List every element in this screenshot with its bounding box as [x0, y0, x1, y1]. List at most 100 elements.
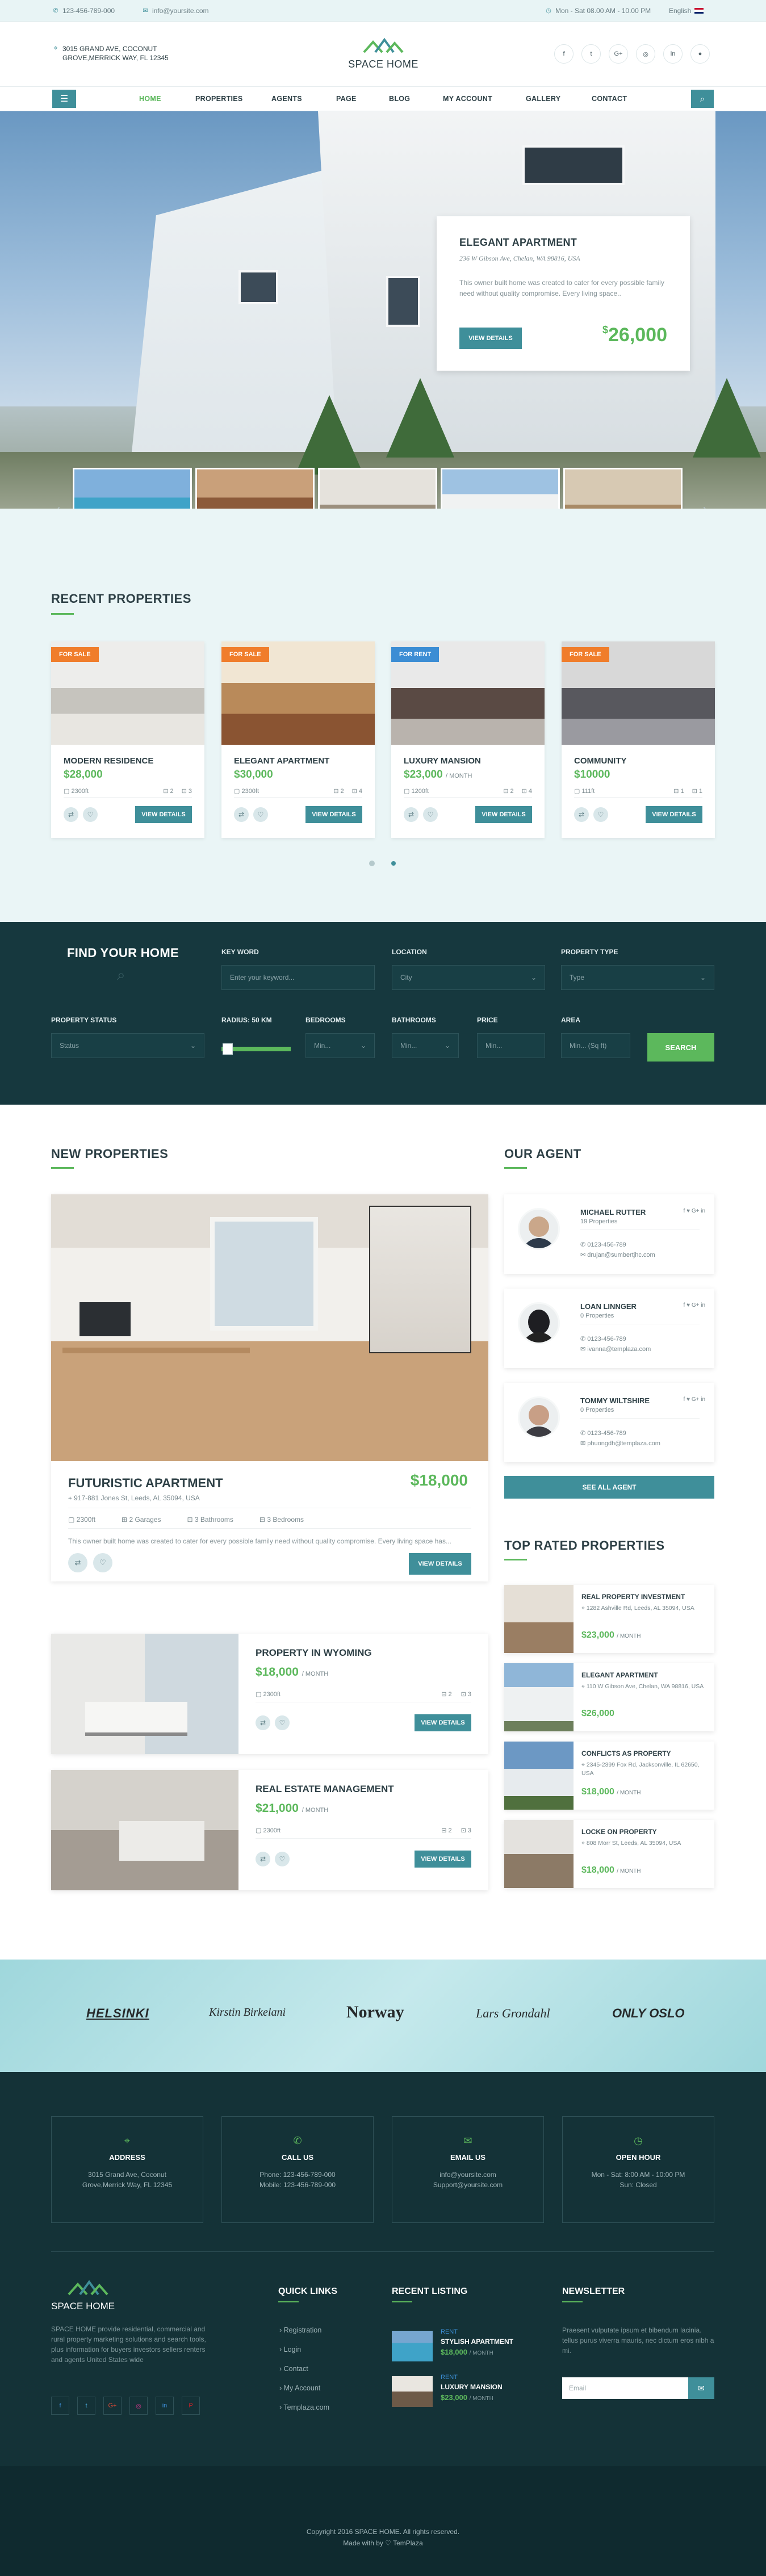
nav-page[interactable]: PAGE [336, 95, 357, 103]
price-input[interactable]: Min... [477, 1033, 545, 1058]
agent-social-icons[interactable]: f ♥ G+ in [684, 1208, 705, 1214]
partner-logo[interactable]: HELSINKI [86, 2006, 149, 2021]
share-icon[interactable]: ⇄ [256, 1852, 270, 1866]
top-rated-item[interactable]: REAL PROPERTY INVESTMENT ⌖ 1282 Ashville… [504, 1585, 714, 1653]
share-icon[interactable]: ⇄ [234, 807, 249, 822]
pagination-dot[interactable] [369, 861, 375, 866]
view-details-button[interactable]: VIEW DETAILS [475, 806, 532, 823]
agent-card[interactable]: MICHAEL RUTTER f ♥ G+ in 19 Properties ✆… [504, 1194, 714, 1274]
type-select[interactable]: Type ⌄ [561, 965, 714, 990]
bathrooms-select[interactable]: Min... ⌄ [392, 1033, 459, 1058]
share-icon[interactable]: ⇄ [68, 1553, 87, 1572]
agent-email[interactable]: ✉ ivanna@templaza.com [580, 1345, 651, 1353]
share-icon[interactable]: ⇄ [64, 807, 78, 822]
quick-link[interactable]: › My Account [279, 2384, 320, 2392]
favorite-icon[interactable]: ♡ [423, 807, 438, 822]
quick-link[interactable]: › Login [279, 2346, 301, 2353]
hero-view-details-button[interactable]: VIEW DETAILS [459, 328, 522, 349]
search-icon[interactable]: ⌕ [691, 90, 714, 108]
favorite-icon[interactable]: ♡ [593, 807, 608, 822]
agent-email[interactable]: ✉ drujan@sumbertjhc.com [580, 1251, 655, 1258]
area-input[interactable]: Min... (Sq ft) [561, 1033, 630, 1058]
linkedin-icon[interactable]: in [663, 44, 683, 64]
twitter-icon[interactable]: t [581, 44, 601, 64]
agent-social-icons[interactable]: f ♥ G+ in [684, 1396, 705, 1403]
listing-name[interactable]: LUXURY MANSION [441, 2383, 503, 2391]
property-name[interactable]: MODERN RESIDENCE [64, 756, 153, 766]
property-name[interactable]: ELEGANT APARTMENT [581, 1671, 658, 1679]
favorite-icon[interactable]: ♡ [253, 807, 268, 822]
view-details-button[interactable]: VIEW DETAILS [305, 806, 362, 823]
bedrooms-select[interactable]: Min... ⌄ [305, 1033, 375, 1058]
property-name[interactable]: CONFLICTS AS PROPERTY [581, 1750, 671, 1757]
send-icon[interactable]: ✉ [688, 2377, 714, 2399]
property-name[interactable]: COMMUNITY [574, 756, 627, 766]
newsletter-email-input[interactable]: Email [562, 2377, 688, 2399]
favorite-icon[interactable]: ♡ [93, 1553, 112, 1572]
topbar-phone[interactable]: ✆ 123-456-789-000 [52, 7, 115, 15]
featured-property-card[interactable]: FUTURISTIC APARTMENT $18,000 ⌖ 917-881 J… [51, 1194, 488, 1581]
agent-card[interactable]: LOAN LINNGER f ♥ G+ in 0 Properties ✆ 01… [504, 1289, 714, 1368]
property-name[interactable]: PROPERTY IN WYOMING [256, 1647, 372, 1659]
facebook-icon[interactable]: f [554, 44, 574, 64]
property-name[interactable]: LUXURY MANSION [404, 756, 481, 766]
brand-logo[interactable]: SPACE HOME [345, 37, 421, 70]
agent-social-icons[interactable]: f ♥ G+ in [684, 1302, 705, 1308]
partner-logo[interactable]: Norway [346, 2003, 404, 2022]
view-details-button[interactable]: VIEW DETAILS [415, 1851, 471, 1868]
view-details-button[interactable]: VIEW DETAILS [415, 1714, 471, 1731]
see-all-agent-button[interactable]: SEE ALL AGENT [504, 1476, 714, 1499]
topbar-email[interactable]: ✉ info@yoursite.com [142, 7, 208, 15]
favorite-icon[interactable]: ♡ [275, 1852, 290, 1866]
twitter-icon[interactable]: t [77, 2397, 95, 2415]
view-details-button[interactable]: VIEW DETAILS [135, 806, 192, 823]
favorite-icon[interactable]: ♡ [83, 807, 98, 822]
dribbble-icon[interactable]: ● [690, 44, 710, 64]
view-details-button[interactable]: VIEW DETAILS [409, 1553, 471, 1575]
partner-logo[interactable]: ONLY OSLO [612, 2006, 685, 2021]
property-name[interactable]: ELEGANT APARTMENT [234, 756, 329, 766]
nav-properties[interactable]: PROPERTIES [195, 95, 243, 103]
property-name[interactable]: REAL PROPERTY INVESTMENT [581, 1593, 685, 1601]
nav-gallery[interactable]: GALLERY [526, 95, 560, 103]
quick-link[interactable]: › Registration [279, 2326, 321, 2334]
agent-name[interactable]: TOMMY WILTSHIRE [580, 1396, 650, 1405]
status-select[interactable]: Status ⌄ [51, 1033, 204, 1058]
share-icon[interactable]: ⇄ [404, 807, 418, 822]
featured-property-name[interactable]: FUTURISTIC APARTMENT [68, 1476, 223, 1491]
agent-name[interactable]: MICHAEL RUTTER [580, 1208, 646, 1216]
nav-blog[interactable]: BLOG [389, 95, 410, 103]
share-icon[interactable]: ⇄ [574, 807, 589, 822]
instagram-icon[interactable]: ◎ [129, 2397, 148, 2415]
favorite-icon[interactable]: ♡ [275, 1715, 290, 1730]
pinterest-icon[interactable]: P [182, 2397, 200, 2415]
nav-agents[interactable]: AGENTS [271, 95, 302, 103]
slider-handle[interactable] [223, 1043, 233, 1055]
linkedin-icon[interactable]: in [156, 2397, 174, 2415]
facebook-icon[interactable]: f [51, 2397, 69, 2415]
keyword-input[interactable]: Enter your keyword... [221, 965, 375, 990]
quick-link[interactable]: › Templaza.com [279, 2403, 329, 2411]
made-with-text[interactable]: Made with by ♡ TemPlaza [0, 2537, 766, 2549]
agent-card[interactable]: TOMMY WILTSHIRE f ♥ G+ in 0 Properties ✆… [504, 1383, 714, 1462]
property-card[interactable]: FOR RENT LUXURY MANSION $23,000 / MONTH … [391, 641, 545, 838]
property-name[interactable]: REAL ESTATE MANAGEMENT [256, 1784, 394, 1795]
recent-listing-item[interactable]: RENT STYLISH APARTMENT $18,000 / MONTH [392, 2329, 551, 2364]
instagram-icon[interactable]: ◎ [636, 44, 655, 64]
agent-email[interactable]: ✉ phuongdh@templaza.com [580, 1440, 660, 1447]
property-list-item[interactable]: PROPERTY IN WYOMING $18,000 / MONTH ▢ 23… [51, 1634, 488, 1754]
listing-name[interactable]: STYLISH APARTMENT [441, 2338, 513, 2346]
location-select[interactable]: City ⌄ [392, 965, 545, 990]
nav-home[interactable]: HOME [139, 95, 161, 103]
search-button[interactable]: SEARCH [647, 1033, 714, 1062]
partner-logo[interactable]: Kirstin Birkelani [209, 2006, 286, 2019]
top-rated-item[interactable]: LOCKE ON PROPERTY ⌖ 808 Morr St, Leeds, … [504, 1820, 714, 1888]
partner-logo[interactable]: Lars Grondahl [476, 2006, 550, 2021]
top-rated-item[interactable]: CONFLICTS AS PROPERTY ⌖ 2345-2399 Fox Rd… [504, 1742, 714, 1810]
recent-listing-item[interactable]: RENT LUXURY MANSION $23,000 / MONTH [392, 2374, 551, 2409]
google-plus-icon[interactable]: G+ [609, 44, 628, 64]
footer-logo[interactable]: SPACE HOME [51, 2280, 125, 2312]
property-card[interactable]: FOR SALE COMMUNITY $10000 ▢ 111ft ⊟ 1 ⊡ 1 … [562, 641, 715, 838]
agent-name[interactable]: LOAN LINNGER [580, 1302, 637, 1311]
nav-my-account[interactable]: MY ACCOUNT [443, 95, 492, 103]
